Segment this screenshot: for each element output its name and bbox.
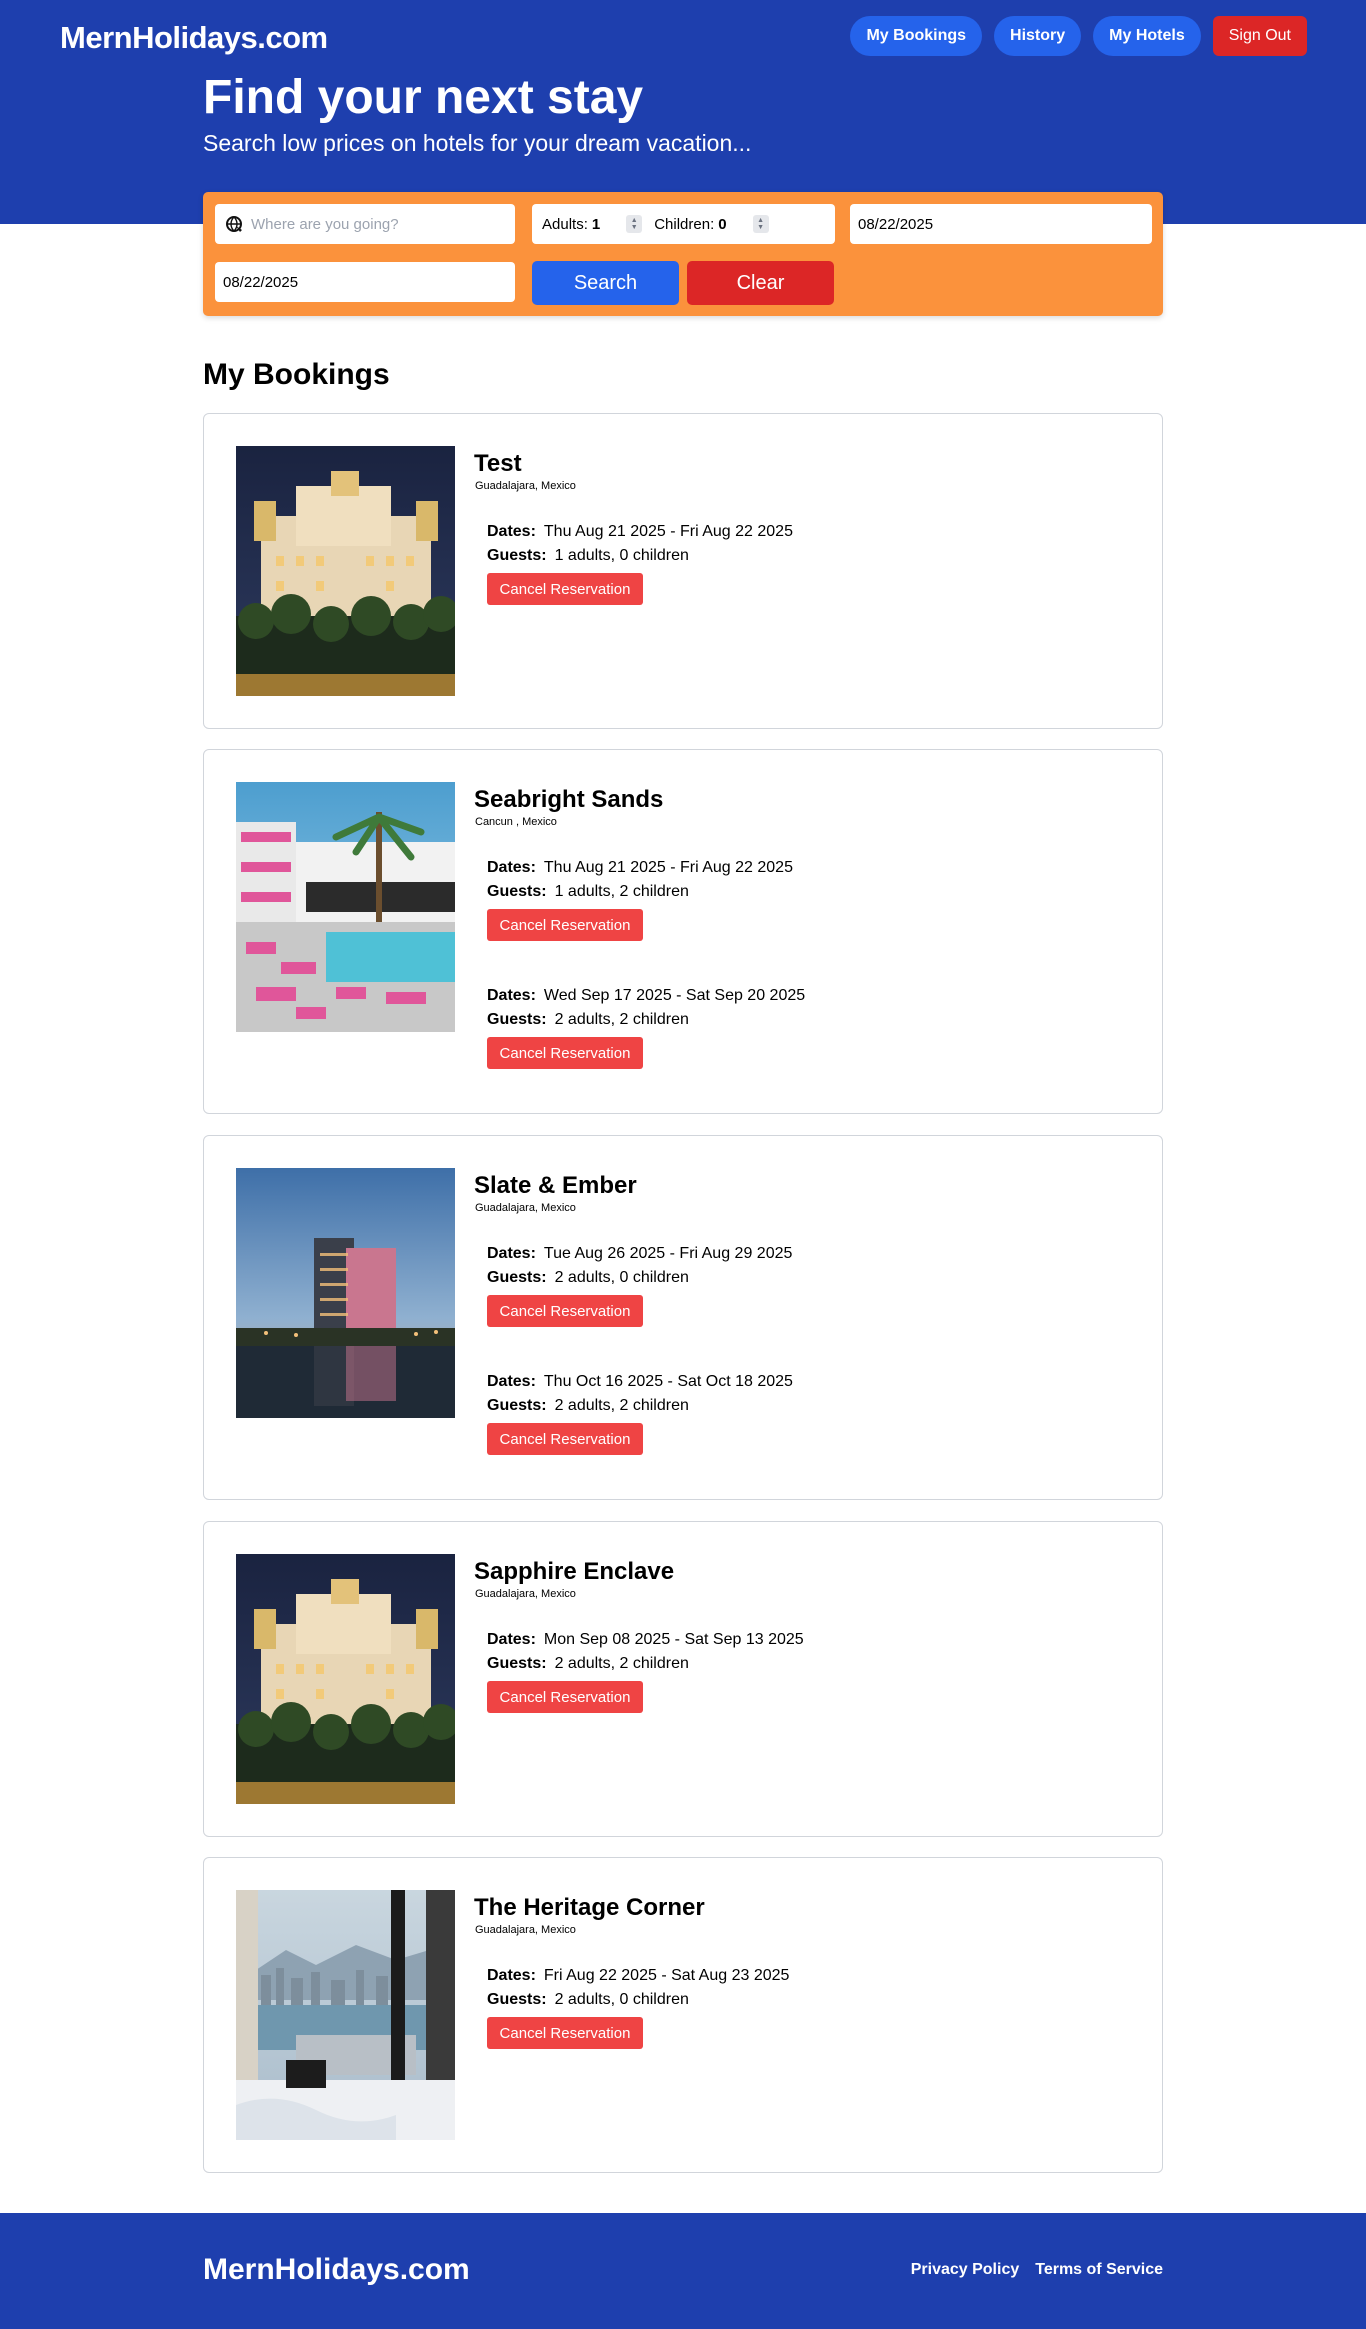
booking-dates: Thu Aug 21 2025 - Fri Aug 22 2025 <box>543 523 793 540</box>
booking-guests: 2 adults, 0 children <box>554 1269 689 1286</box>
hotel-image <box>236 1890 455 2140</box>
cancel-reservation-button[interactable]: Cancel Reservation <box>487 2017 643 2049</box>
dates-label: Dates: <box>487 1631 536 1648</box>
clear-button[interactable]: Clear <box>687 261 834 305</box>
hotel-image <box>236 446 455 696</box>
children-value[interactable]: 0 <box>718 216 726 233</box>
page-title: My Bookings <box>203 358 390 391</box>
booking-dates: Thu Aug 21 2025 - Fri Aug 22 2025 <box>543 859 793 876</box>
booking-guests: 2 adults, 2 children <box>554 1011 689 1028</box>
destination-input[interactable]: Where are you going? <box>215 204 515 244</box>
booking-dates: Wed Sep 17 2025 - Sat Sep 20 2025 <box>543 987 806 1004</box>
hero-title: Find your next stay <box>203 71 644 124</box>
booking-entry: Dates: Thu Aug 21 2025 - Fri Aug 22 2025 … <box>487 856 987 941</box>
hotel-name: Slate & Ember <box>474 1172 637 1199</box>
booking-entry: Dates: Tue Aug 26 2025 - Fri Aug 29 2025 … <box>487 1242 987 1327</box>
guests-label: Guests: <box>487 1655 547 1672</box>
destination-placeholder: Where are you going? <box>251 215 399 233</box>
guests-label: Guests: <box>487 1397 547 1414</box>
hotel-location: Cancun , Mexico <box>475 816 557 828</box>
dates-label: Dates: <box>487 1373 536 1390</box>
booking-card: Seabright Sands Cancun , Mexico Dates: Th… <box>203 749 1163 1114</box>
booking-dates: Mon Sep 08 2025 - Sat Sep 13 2025 <box>543 1631 804 1648</box>
booking-guests: 2 adults, 0 children <box>554 1991 689 2008</box>
booking-entry: Dates: Fri Aug 22 2025 - Sat Aug 23 2025 … <box>487 1964 987 2049</box>
main-nav: My Bookings History My Hotels Sign Out <box>850 16 1307 56</box>
check-out-date-input[interactable]: 08/22/2025 <box>215 262 515 302</box>
nav-my-bookings[interactable]: My Bookings <box>850 16 983 56</box>
guests-label: Guests: <box>487 1991 547 2008</box>
booking-card: Sapphire Enclave Guadalajara, Mexico Dat… <box>203 1521 1163 1837</box>
booking-dates: Fri Aug 22 2025 - Sat Aug 23 2025 <box>543 1967 790 1984</box>
nav-history[interactable]: History <box>994 16 1082 56</box>
booking-entry: Dates: Wed Sep 17 2025 - Sat Sep 20 2025 … <box>487 984 987 1069</box>
search-button[interactable]: Search <box>532 261 679 305</box>
cancel-reservation-button[interactable]: Cancel Reservation <box>487 909 643 941</box>
globe-plane-icon <box>225 215 243 233</box>
booking-entry: Dates: Thu Oct 16 2025 - Sat Oct 18 2025 … <box>487 1370 987 1455</box>
hotel-name: Seabright Sands <box>474 786 664 813</box>
hotel-image <box>236 1168 455 1418</box>
booking-guests: 1 adults, 2 children <box>554 883 689 900</box>
dates-label: Dates: <box>487 1245 536 1262</box>
cancel-reservation-button[interactable]: Cancel Reservation <box>487 573 643 605</box>
check-in-date-input[interactable]: 08/22/2025 <box>850 204 1152 244</box>
guests-label: Guests: <box>487 547 547 564</box>
cancel-reservation-button[interactable]: Cancel Reservation <box>487 1681 643 1713</box>
adults-stepper[interactable]: ▲ ▼ <box>626 215 643 233</box>
guests-label: Guests: <box>487 883 547 900</box>
sign-out-button[interactable]: Sign Out <box>1212 16 1307 56</box>
cancel-reservation-button[interactable]: Cancel Reservation <box>487 1037 643 1069</box>
terms-of-service-link[interactable]: Terms of Service <box>1035 2261 1163 2279</box>
dates-label: Dates: <box>487 523 536 540</box>
privacy-policy-link[interactable]: Privacy Policy <box>911 2261 1020 2279</box>
site-logo[interactable]: MernHolidays.com <box>60 20 328 56</box>
booking-entry: Dates: Mon Sep 08 2025 - Sat Sep 13 2025 … <box>487 1628 987 1713</box>
guests-field: Adults: 1 ▲ ▼ Children: 0 ▲ ▼ <box>532 204 835 244</box>
booking-guests: 1 adults, 0 children <box>554 547 689 564</box>
booking-card: The Heritage Corner Guadalajara, Mexico … <box>203 1857 1163 2173</box>
hotel-location: Guadalajara, Mexico <box>475 1924 576 1936</box>
cancel-reservation-button[interactable]: Cancel Reservation <box>487 1423 643 1455</box>
hotel-name: Sapphire Enclave <box>474 1558 675 1585</box>
hotel-location: Guadalajara, Mexico <box>475 480 576 492</box>
adults-label: Adults: <box>542 215 588 233</box>
site-footer: MernHolidays.com Privacy Policy Terms of… <box>0 2213 1366 2329</box>
booking-card: Slate & Ember Guadalajara, Mexico Dates:… <box>203 1135 1163 1500</box>
booking-entry: Dates: Thu Aug 21 2025 - Fri Aug 22 2025 … <box>487 520 987 605</box>
booking-dates: Tue Aug 26 2025 - Fri Aug 29 2025 <box>543 1245 793 1262</box>
booking-guests: 2 adults, 2 children <box>554 1655 689 1672</box>
guests-label: Guests: <box>487 1269 547 1286</box>
booking-card: Test Guadalajara, Mexico Dates: Thu Aug 2… <box>203 413 1163 729</box>
booking-guests: 2 adults, 2 children <box>554 1397 689 1414</box>
dates-label: Dates: <box>487 1967 536 1984</box>
booking-dates: Thu Oct 16 2025 - Sat Oct 18 2025 <box>543 1373 793 1390</box>
hotel-image <box>236 1554 455 1804</box>
cancel-reservation-button[interactable]: Cancel Reservation <box>487 1295 643 1327</box>
hotel-image <box>236 782 455 1032</box>
dates-label: Dates: <box>487 859 536 876</box>
nav-my-hotels[interactable]: My Hotels <box>1093 16 1201 56</box>
site-header: MernHolidays.com My Bookings History My … <box>0 0 1366 224</box>
footer-links: Privacy Policy Terms of Service <box>911 2261 1163 2279</box>
search-bar: Where are you going? Adults: 1 ▲ ▼ Childr… <box>203 192 1163 316</box>
hotel-name: The Heritage Corner <box>474 1894 705 1921</box>
hotel-name: Test <box>474 450 522 477</box>
hero-subtitle: Search low prices on hotels for your dre… <box>203 130 752 156</box>
children-label: Children: <box>654 215 715 233</box>
adults-value[interactable]: 1 <box>592 216 600 233</box>
dates-label: Dates: <box>487 987 536 1004</box>
guests-label: Guests: <box>487 1011 547 1028</box>
footer-logo[interactable]: MernHolidays.com <box>203 2253 470 2287</box>
hotel-location: Guadalajara, Mexico <box>475 1202 576 1214</box>
hotel-location: Guadalajara, Mexico <box>475 1588 576 1600</box>
children-stepper[interactable]: ▲ ▼ <box>752 215 769 233</box>
